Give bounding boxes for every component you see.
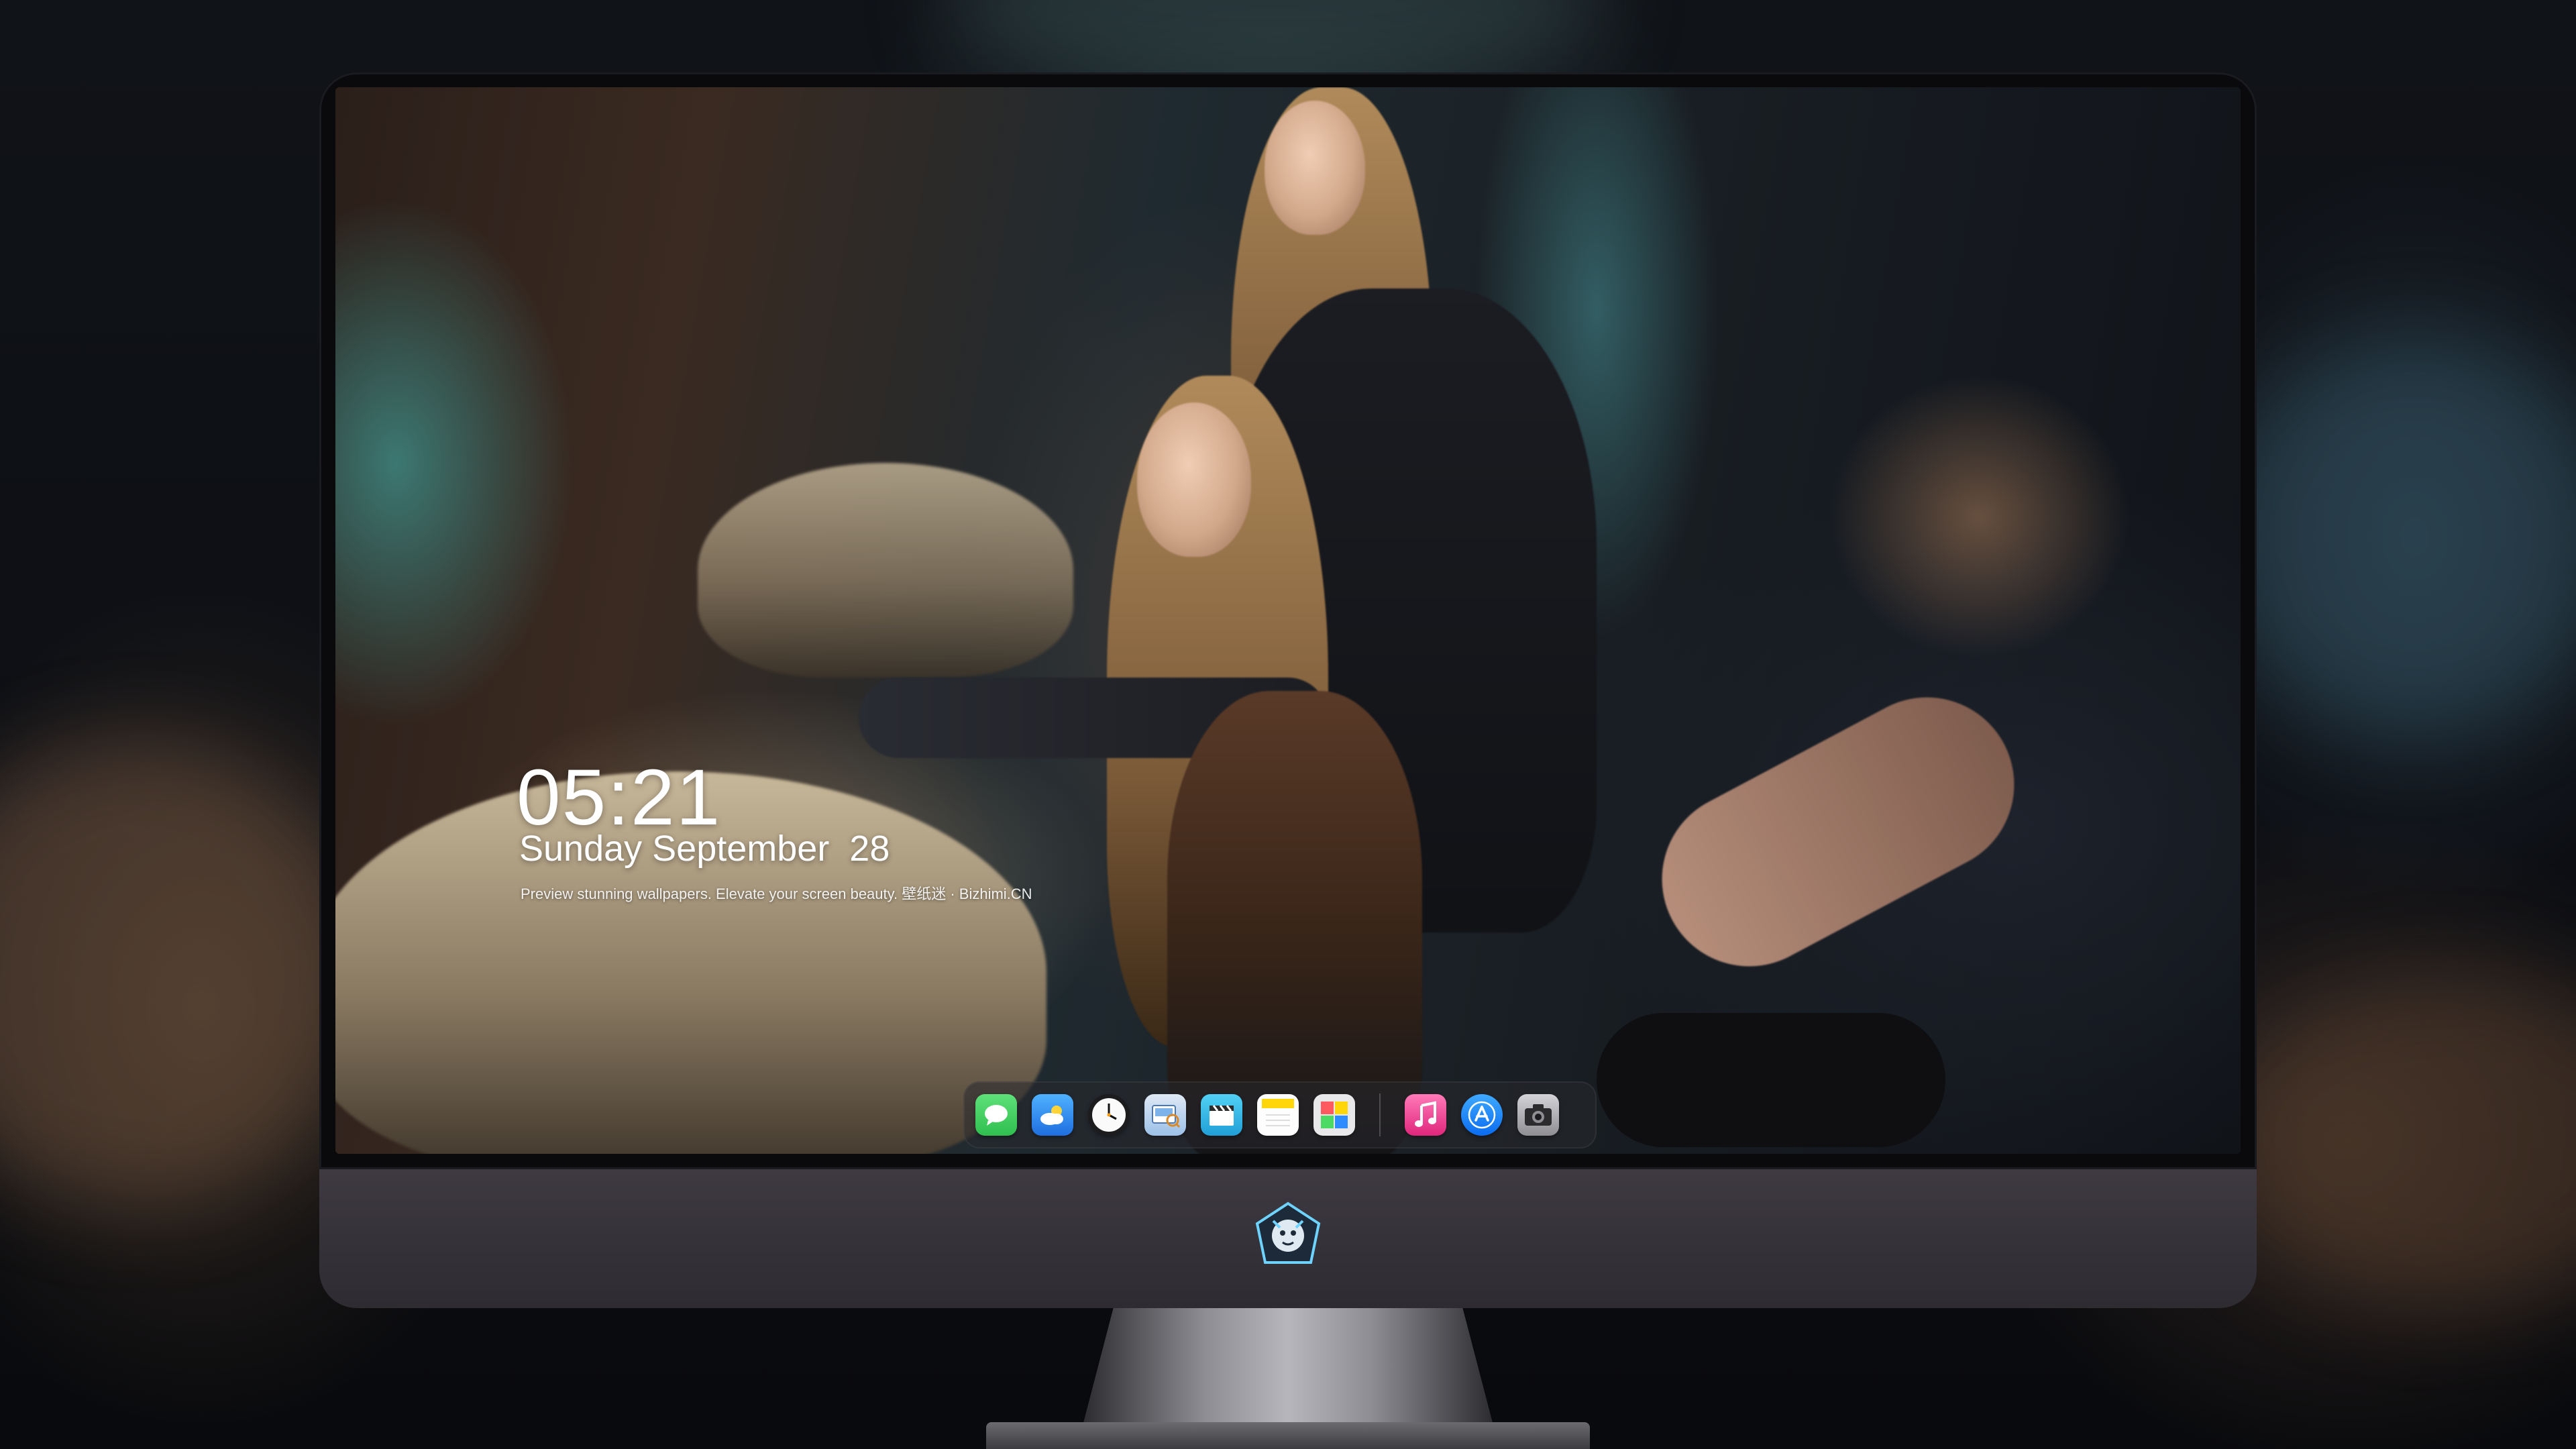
dock-weather-icon[interactable] bbox=[1032, 1094, 1073, 1136]
background-blur-left bbox=[0, 738, 369, 1208]
monitor: 05:21 Sunday September 28 Preview stunni… bbox=[319, 72, 2257, 1308]
background-blur-right bbox=[2214, 335, 2576, 738]
monitor-chin bbox=[319, 1169, 2257, 1308]
monitor-bezel: 05:21 Sunday September 28 Preview stunni… bbox=[319, 72, 2257, 1169]
dock-app-store-icon[interactable] bbox=[1461, 1094, 1503, 1136]
lock-screen-date: Sunday September 28 bbox=[519, 828, 890, 869]
dock-separator bbox=[1379, 1093, 1381, 1136]
lock-screen-tagline: Preview stunning wallpapers. Elevate you… bbox=[521, 885, 1032, 902]
dock-preview-icon[interactable] bbox=[1144, 1094, 1186, 1136]
lock-screen-clock: 05:21 bbox=[517, 753, 722, 842]
dock-clock-icon[interactable] bbox=[1088, 1094, 1130, 1136]
dock-camera-icon[interactable] bbox=[1517, 1094, 1559, 1136]
wallpaper-preview-stage: 05:21 Sunday September 28 Preview stunni… bbox=[0, 0, 2576, 1449]
dragon-emblem-icon bbox=[1253, 1201, 1323, 1271]
wallpaper-boot bbox=[1597, 1013, 1945, 1147]
background-blur-bottom-right bbox=[2214, 973, 2576, 1308]
dock-messages-icon[interactable] bbox=[975, 1094, 1017, 1136]
dock bbox=[963, 1081, 1597, 1148]
dock-photo-booth-icon[interactable] bbox=[1313, 1094, 1355, 1136]
dock-music-icon[interactable] bbox=[1405, 1094, 1446, 1136]
dock-notes-icon[interactable] bbox=[1257, 1094, 1299, 1136]
wallpaper-legs bbox=[1631, 666, 2045, 998]
monitor-stand-base bbox=[986, 1422, 1590, 1449]
monitor-stand-neck bbox=[1080, 1308, 1496, 1436]
wallpaper-sofa-back bbox=[698, 463, 1073, 678]
monitor-screen: 05:21 Sunday September 28 Preview stunni… bbox=[335, 87, 2241, 1154]
dock-clips-icon[interactable] bbox=[1201, 1094, 1242, 1136]
